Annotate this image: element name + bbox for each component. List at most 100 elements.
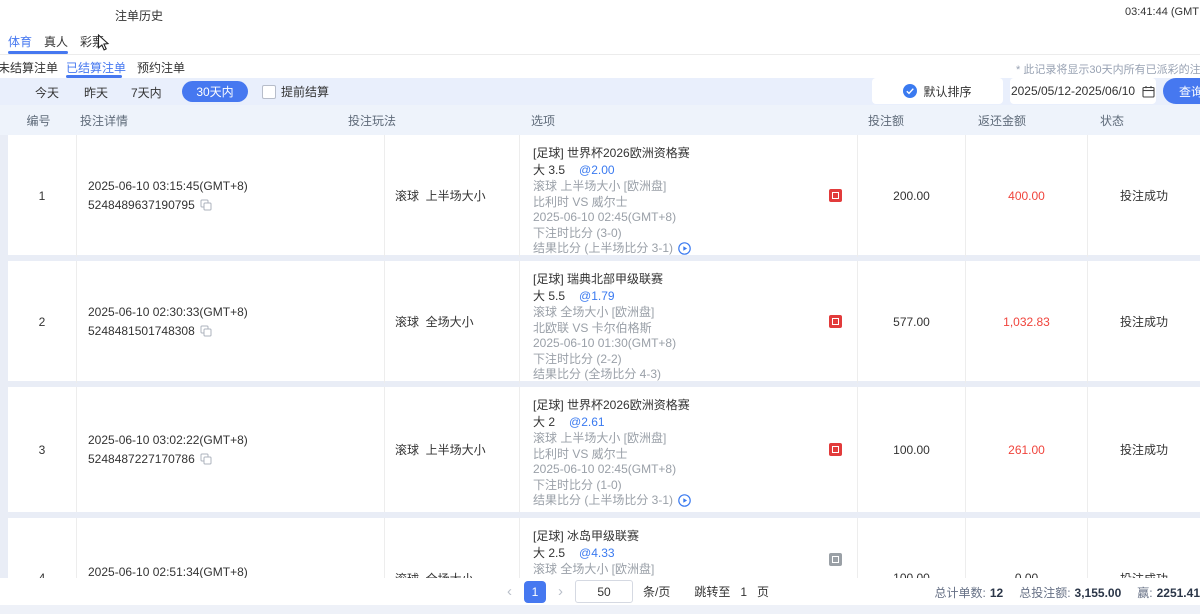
market-info: 滚球 全场大小 [欧洲盘] (533, 305, 857, 321)
total-win-label: 赢: (1137, 586, 1152, 600)
bet-detail-cell: 2025-06-10 03:15:45(GMT+8) 5248489637190… (77, 135, 385, 257)
subtab-unsettled[interactable]: 未结算注单 (0, 59, 58, 76)
server-clock: 03:41:44 (GMT (1125, 6, 1199, 18)
table-row: 3 2025-06-10 03:02:22(GMT+8) 52484872271… (8, 387, 1200, 512)
market-info: 滚球 上半场大小 [欧洲盘] (533, 179, 857, 195)
option-cell: [足球] 世界杯2026欧洲资格赛 大 2@2.61 滚球 上半场大小 [欧洲盘… (520, 387, 858, 512)
ended-badge-icon (829, 553, 842, 566)
range-7days[interactable]: 7天内 (131, 84, 162, 101)
status-cell: 投注成功 (1088, 387, 1200, 512)
total-stake-value: 3,155.00 (1075, 586, 1122, 600)
subtab-reserved[interactable]: 预约注单 (137, 59, 185, 76)
totals-summary: 总计单数:12 总投注额:3,155.00 赢:2251.41 (935, 584, 1200, 601)
stake-cell: 100.00 (858, 387, 966, 512)
page-size-input[interactable] (575, 580, 633, 603)
option-cell: [足球] 世界杯2026欧洲资格赛 大 3.5@2.00 滚球 上半场大小 [欧… (520, 135, 858, 257)
league-name: [足球] 瑞典北部甲级联赛 (533, 272, 857, 288)
current-page-button[interactable]: 1 (524, 581, 546, 603)
title-bar: 注单历史 03:41:44 (GMT (0, 0, 1200, 28)
col-number-header: 编号 (0, 112, 77, 129)
odds-value: @2.61 (569, 415, 605, 429)
match-teams: 北欧联 VS 卡尔伯格斯 (533, 321, 857, 337)
play-type-cell: 滚球 上半场大小 (385, 387, 520, 512)
jump-page-value[interactable]: 1 (740, 585, 747, 599)
replay-icon[interactable] (678, 494, 691, 507)
page-title: 注单历史 (115, 7, 163, 24)
next-page-icon[interactable]: › (556, 583, 565, 600)
page-unit-label: 页 (757, 583, 769, 600)
result-score: 结果比分 (上半场比分 3-1) (533, 493, 673, 509)
calendar-icon (1142, 85, 1155, 98)
odds-value: @2.00 (579, 163, 615, 177)
col-stake-header: 投注额 (858, 112, 968, 129)
odds-value: @4.33 (579, 546, 615, 560)
row-number: 2 (8, 261, 77, 383)
result-score: 结果比分 (上半场比分 3-1) (533, 241, 673, 257)
col-detail-header: 投注详情 (77, 112, 348, 129)
mouse-cursor-icon (97, 34, 110, 51)
copy-icon[interactable] (200, 325, 212, 337)
copy-icon[interactable] (200, 199, 212, 211)
checkbox-icon[interactable] (262, 85, 276, 99)
date-range-picker[interactable]: 2025/05/12-2025/06/10 (1010, 78, 1156, 104)
stake-cell: 200.00 (858, 135, 966, 257)
records-notice: * 此记录将显示30天内所有已派彩的注 (1016, 61, 1200, 77)
match-time: 2025-06-10 02:45(GMT+8) (533, 462, 857, 478)
pick-label: 大 3.5 (533, 163, 565, 177)
match-time: 2025-06-10 01:30(GMT+8) (533, 336, 857, 352)
early-settle-label: 提前结算 (281, 83, 329, 100)
search-button[interactable]: 查询 (1163, 78, 1200, 104)
status-cell: 投注成功 (1088, 261, 1200, 383)
range-today[interactable]: 今天 (35, 84, 59, 101)
copy-icon[interactable] (200, 453, 212, 465)
main-tabs: 体育 真人 彩票 (0, 28, 1200, 55)
tab-sports[interactable]: 体育 (8, 33, 32, 50)
total-count-value: 12 (990, 586, 1003, 600)
play-type-cell: 滚球 全场大小 (385, 261, 520, 383)
default-sort-button[interactable]: 默认排序 (872, 78, 1003, 104)
range-yesterday[interactable]: 昨天 (84, 84, 108, 101)
order-id: 5248487227170786 (88, 450, 195, 469)
match-teams: 比利时 VS 威尔士 (533, 447, 857, 463)
table-row: 2 2025-06-10 02:30:33(GMT+8) 52484815017… (8, 261, 1200, 381)
filter-bar: 今天 昨天 7天内 30天内 提前结算 默认排序 2025/05/12-2025… (0, 78, 1200, 105)
option-cell: [足球] 瑞典北部甲级联赛 大 5.5@1.79 滚球 全场大小 [欧洲盘] 北… (520, 261, 858, 383)
score-at-bet: 下注时比分 (1-0) (533, 478, 857, 494)
match-time: 2025-06-10 02:45(GMT+8) (533, 210, 857, 226)
active-tab-underline (8, 51, 68, 54)
league-name: [足球] 冰岛甲级联赛 (533, 529, 857, 545)
tab-live[interactable]: 真人 (44, 33, 68, 50)
table-row: 1 2025-06-10 03:15:45(GMT+8) 52484896371… (8, 135, 1200, 255)
pick-label: 大 2.5 (533, 546, 565, 560)
play-type-cell: 滚球 上半场大小 (385, 135, 520, 257)
col-payout-header: 返还金额 (968, 112, 1090, 129)
result-score: 结果比分 (全场比分 4-3) (533, 367, 857, 383)
market-info: 滚球 上半场大小 [欧洲盘] (533, 431, 857, 447)
match-teams: 比利时 VS 威尔士 (533, 195, 857, 211)
payout-cell: 1,032.83 (966, 261, 1088, 383)
live-badge-icon (829, 189, 842, 202)
jump-to-label: 跳转至 (694, 583, 730, 600)
range-30days-active[interactable]: 30天内 (182, 81, 248, 102)
total-win-value: 2251.41 (1157, 586, 1200, 600)
order-history-screen: 注单历史 03:41:44 (GMT 体育 真人 彩票 未结算注单 已结算注单 … (0, 0, 1200, 614)
stake-cell: 577.00 (858, 261, 966, 383)
col-option-header: 选项 (531, 112, 858, 129)
replay-icon[interactable] (678, 242, 691, 255)
bottom-strip (0, 605, 1200, 614)
per-page-label: 条/页 (643, 583, 670, 600)
subtab-settled[interactable]: 已结算注单 (66, 59, 126, 76)
bet-detail-cell: 2025-06-10 02:30:33(GMT+8) 5248481501748… (77, 261, 385, 383)
bet-detail-cell: 2025-06-10 03:02:22(GMT+8) 5248487227170… (77, 387, 385, 512)
odds-value: @1.79 (579, 289, 615, 303)
prev-page-icon[interactable]: ‹ (505, 583, 514, 600)
bet-time: 2025-06-10 03:02:22(GMT+8) (88, 431, 384, 450)
score-at-bet: 下注时比分 (2-2) (533, 352, 857, 368)
pick-label: 大 2 (533, 415, 555, 429)
early-settle-checkbox[interactable]: 提前结算 (262, 83, 329, 100)
row-number: 3 (8, 387, 77, 512)
bet-time: 2025-06-10 03:15:45(GMT+8) (88, 177, 384, 196)
payout-cell: 400.00 (966, 135, 1088, 257)
date-range-value: 2025/05/12-2025/06/10 (1011, 84, 1135, 98)
total-stake-label: 总投注额: (1019, 586, 1070, 600)
